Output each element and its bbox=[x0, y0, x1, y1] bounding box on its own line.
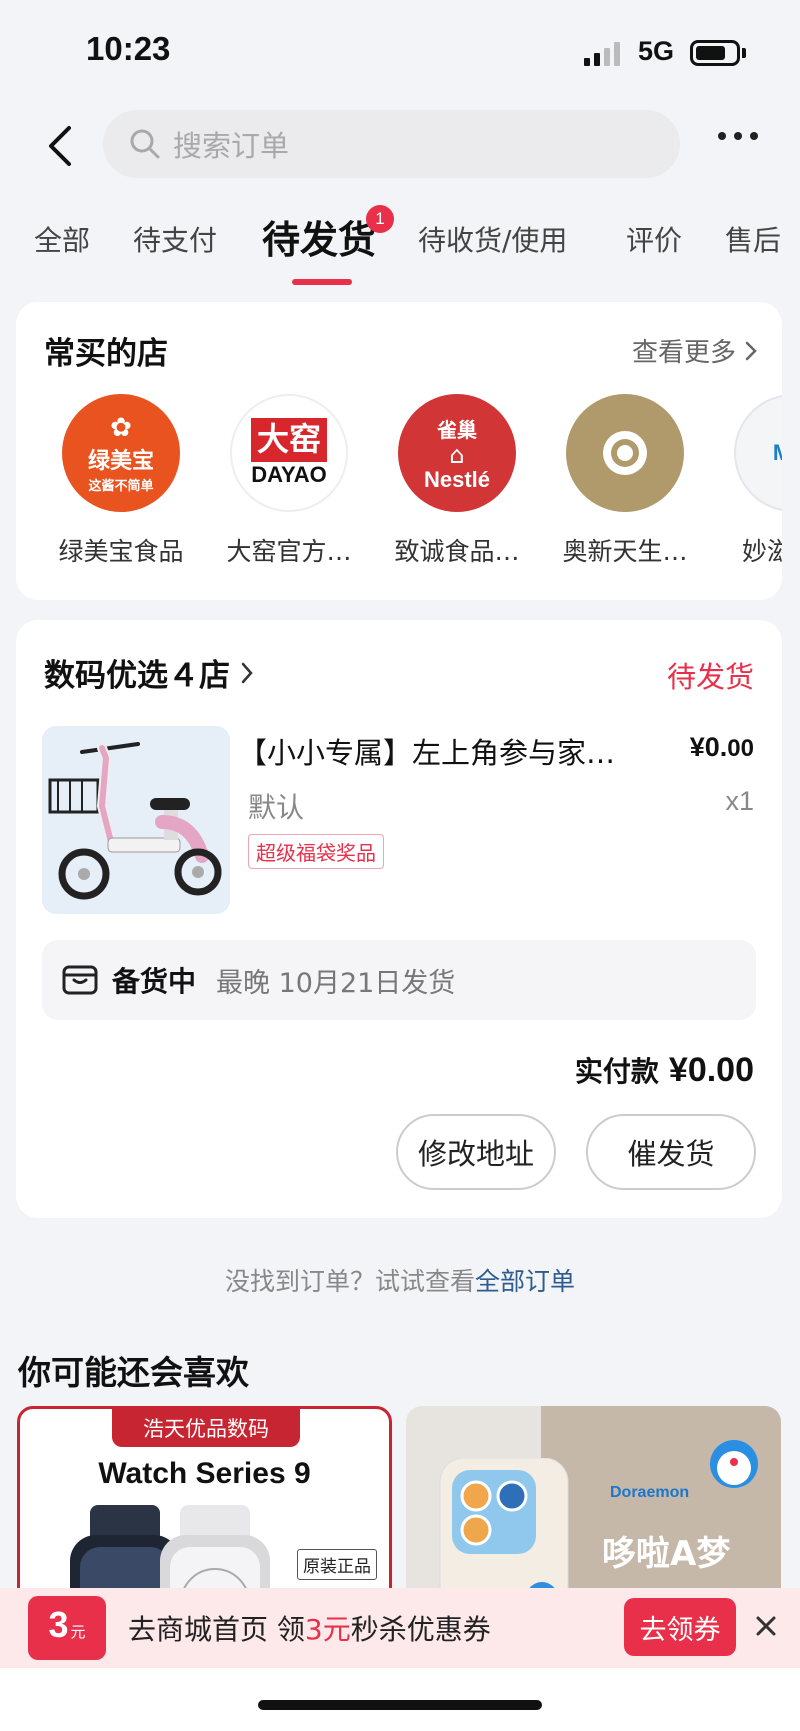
paid-amount: ¥0.00 bbox=[668, 1051, 754, 1089]
store-name: 妙滋 bbox=[742, 537, 782, 566]
more-options-button[interactable] bbox=[718, 132, 758, 140]
tab-all[interactable]: 全部 bbox=[34, 219, 90, 259]
product-price: ¥0.00 bbox=[690, 732, 754, 763]
tab-pending-receipt[interactable]: 待收货/使用 bbox=[418, 219, 567, 259]
shop-name-link[interactable]: 数码优选４店 bbox=[44, 650, 254, 695]
frequent-stores-card: 常买的店 查看更多 ✿ 绿美宝 这酱不简单 绿美宝食品 大窑 DAYAO 大窑官… bbox=[16, 302, 782, 600]
shop-name: 数码优选４店 bbox=[44, 658, 230, 694]
coupon-amount: 3 bbox=[48, 1604, 69, 1645]
store-logo: MIA bbox=[734, 394, 782, 512]
all-orders-link[interactable]: 全部订单 bbox=[475, 1267, 575, 1296]
electric-scooter-image bbox=[42, 726, 230, 914]
coupon-badge: 3元 bbox=[28, 1596, 106, 1660]
price-currency: ¥ bbox=[689, 732, 705, 762]
store-item[interactable]: 奥新天生… bbox=[540, 394, 710, 568]
chevron-right-icon bbox=[241, 662, 253, 683]
search-icon bbox=[130, 129, 160, 159]
search-placeholder: 搜索订单 bbox=[173, 129, 290, 163]
urge-shipping-button[interactable]: 催发货 bbox=[586, 1114, 756, 1190]
store-name: 致诚食品… bbox=[394, 537, 520, 566]
home-indicator[interactable] bbox=[258, 1700, 542, 1710]
chevron-right-icon bbox=[745, 341, 757, 360]
header: 搜索订单 bbox=[0, 108, 800, 184]
chevron-left-icon bbox=[49, 126, 71, 166]
flower-icon: ✿ bbox=[110, 412, 132, 443]
network-label: 5G bbox=[638, 36, 675, 66]
claim-coupon-button[interactable]: 去领券 bbox=[624, 1598, 736, 1656]
signal-icon bbox=[584, 42, 620, 66]
price-main: 0. bbox=[704, 732, 728, 762]
bird-nest-icon: ⌂ bbox=[449, 440, 465, 469]
tab-pending-payment[interactable]: 待支付 bbox=[133, 219, 217, 259]
coupon-text-highlight: 3元 bbox=[304, 1613, 351, 1646]
change-address-button[interactable]: 修改地址 bbox=[396, 1114, 556, 1190]
close-coupon-button[interactable] bbox=[748, 1608, 784, 1644]
frequent-stores-title: 常买的店 bbox=[44, 336, 168, 372]
paid-amount-row: 实付款 ¥0.00 bbox=[575, 1050, 754, 1090]
store-item[interactable]: ✿ 绿美宝 这酱不简单 绿美宝食品 bbox=[36, 394, 206, 568]
store-item[interactable]: MIA 妙滋 bbox=[708, 394, 782, 568]
store-logo: ✿ 绿美宝 这酱不简单 bbox=[62, 394, 180, 512]
store-logo: 雀巢 ⌂ Nestlé bbox=[398, 394, 516, 512]
shipping-status: 备货中 bbox=[112, 965, 197, 998]
see-more-link[interactable]: 查看更多 bbox=[632, 332, 758, 369]
tab-review[interactable]: 评价 bbox=[626, 219, 682, 259]
box-icon bbox=[62, 965, 98, 995]
not-found-text: 没找到订单？试试查看 bbox=[224, 1267, 475, 1296]
tab-pending-shipment[interactable]: 待发货 bbox=[262, 209, 376, 264]
order-card: 数码优选４店 待发货 【小小专属】左上角参与家… ¥0.00 默认 x1 超级福… bbox=[16, 620, 782, 1218]
store-logo bbox=[566, 394, 684, 512]
active-tab-indicator bbox=[292, 279, 352, 285]
store-name: 奥新天生… bbox=[562, 537, 688, 566]
shipping-note: 最晚 10月21日发货 bbox=[216, 967, 456, 999]
store-logo: 大窑 DAYAO bbox=[230, 394, 348, 512]
product-image[interactable] bbox=[42, 726, 230, 914]
circle-logo-icon bbox=[603, 431, 647, 475]
status-bar: 10:23 5G bbox=[0, 0, 800, 100]
product-title[interactable]: 【小小专属】左上角参与家… bbox=[238, 730, 648, 772]
store-item[interactable]: 大窑 DAYAO 大窑官方… bbox=[204, 394, 374, 568]
back-button[interactable] bbox=[34, 120, 86, 172]
tab-after-sales[interactable]: 售后 bbox=[725, 219, 781, 259]
order-not-found-hint: 没找到订单？试试查看全部订单 bbox=[0, 1262, 800, 1298]
tab-badge: 1 bbox=[366, 205, 394, 233]
price-cents: 00 bbox=[727, 735, 754, 762]
store-name: 绿美宝食品 bbox=[58, 537, 184, 566]
product-variant: 默认 bbox=[248, 791, 305, 824]
coupon-bar[interactable]: 3元 去商城首页 领3元秒杀优惠券 去领券 bbox=[0, 1588, 800, 1668]
recommend-title: 你可能还会喜欢 bbox=[18, 1353, 249, 1392]
rec-authentic-tag: 原装正品 bbox=[297, 1549, 377, 1580]
rec-product-name: Watch Series 9 bbox=[98, 1457, 311, 1490]
rec-brand-label: Doraemon bbox=[610, 1484, 690, 1501]
store-name: 大窑官方… bbox=[226, 537, 352, 566]
shipping-info[interactable]: 备货中 最晚 10月21日发货 bbox=[42, 940, 756, 1020]
order-tabs: 全部 待支付 待发货 1 待收货/使用 评价 售后 bbox=[0, 205, 800, 285]
product-quantity: x1 bbox=[725, 786, 754, 816]
coupon-text: 去商城首页 领3元秒杀优惠券 bbox=[128, 1608, 491, 1648]
status-time: 10:23 bbox=[86, 30, 171, 67]
see-more-label: 查看更多 bbox=[631, 338, 736, 368]
coupon-text-before: 去商城首页 领 bbox=[128, 1613, 305, 1646]
rec-shop-banner: 浩天优品数码 bbox=[112, 1409, 300, 1447]
paid-label: 实付款 bbox=[574, 1055, 659, 1088]
doraemon-icon bbox=[710, 1440, 758, 1488]
battery-icon bbox=[690, 40, 740, 66]
store-item[interactable]: 雀巢 ⌂ Nestlé 致诚食品… bbox=[372, 394, 542, 568]
order-status: 待发货 bbox=[666, 660, 754, 694]
close-icon bbox=[756, 1616, 776, 1636]
coupon-text-after: 秒杀优惠券 bbox=[350, 1613, 491, 1646]
battery-tip bbox=[742, 48, 746, 58]
prize-tag: 超级福袋奖品 bbox=[248, 834, 384, 869]
search-input[interactable]: 搜索订单 bbox=[103, 110, 680, 178]
coupon-unit: 元 bbox=[70, 1624, 86, 1641]
rec-promo-text: 哆啦A梦 bbox=[602, 1534, 731, 1574]
